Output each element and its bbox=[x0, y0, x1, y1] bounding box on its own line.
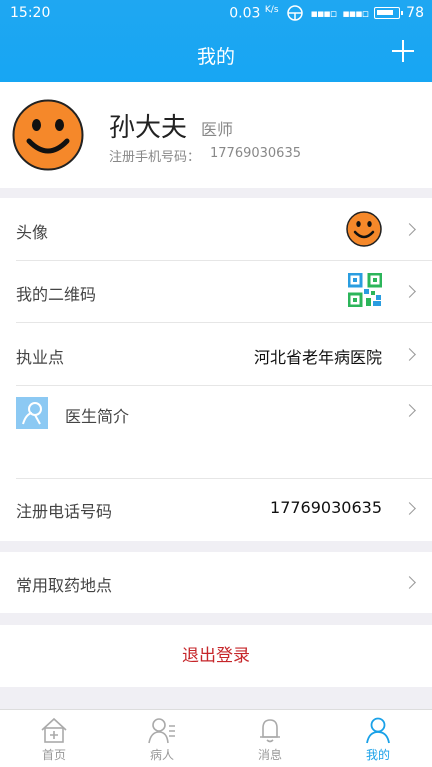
tab-home-label: 首页 bbox=[41, 748, 66, 762]
avatar-small bbox=[346, 211, 382, 247]
doctor-title: 医师 bbox=[201, 120, 234, 139]
doctor-intro-icon bbox=[16, 397, 48, 429]
qrcode-icon bbox=[348, 273, 382, 307]
tab-patients[interactable]: 病人 bbox=[108, 710, 216, 767]
tab-mine[interactable]: 我的 bbox=[324, 710, 432, 767]
row-pickup-label: 常用取药地点 bbox=[16, 576, 113, 595]
row-avatar[interactable]: 头像 bbox=[0, 198, 432, 260]
row-practice[interactable]: 执业点 河北省老年病医院 bbox=[0, 323, 432, 385]
row-practice-label: 执业点 bbox=[16, 348, 65, 367]
avatar bbox=[12, 99, 84, 171]
network-speed: 0.03 K/s bbox=[229, 5, 278, 22]
network-speed-unit: K/s bbox=[264, 5, 279, 15]
row-reg-phone-value: 17769030635 bbox=[270, 498, 382, 517]
chevron-right-icon bbox=[403, 576, 416, 589]
wifi-icon bbox=[286, 5, 303, 22]
phone-value: 17769030635 bbox=[210, 146, 301, 161]
chevron-right-icon bbox=[403, 404, 416, 417]
row-intro[interactable]: 医生简介 bbox=[0, 386, 432, 478]
row-practice-value: 河北省老年病医院 bbox=[253, 348, 382, 367]
chevron-right-icon bbox=[403, 285, 416, 298]
tab-home[interactable]: 首页 bbox=[0, 710, 108, 767]
row-avatar-label: 头像 bbox=[16, 223, 49, 242]
status-bar: 15:20 0.03 K/s ▪▪▪▫ ▪▪▪▫ 78 bbox=[0, 0, 432, 28]
patients-icon bbox=[148, 718, 175, 744]
row-qrcode-label: 我的二维码 bbox=[16, 285, 97, 304]
logout-button[interactable]: 退出登录 bbox=[0, 625, 432, 687]
settings-group: 头像 我的二维码 执业点 河北省老年病医院 医生简介 注册电话号码 177690… bbox=[0, 198, 432, 541]
status-right: 0.03 K/s ▪▪▪▫ ▪▪▪▫ 78 bbox=[229, 5, 424, 22]
tab-messages[interactable]: 消息 bbox=[216, 710, 324, 767]
signal-icon-1: ▪▪▪▫ bbox=[310, 6, 338, 20]
tab-mine-label: 我的 bbox=[365, 748, 390, 762]
doctor-name: 孙大夫 bbox=[109, 113, 188, 143]
row-reg-phone[interactable]: 注册电话号码 17769030635 bbox=[0, 479, 432, 541]
profile-card: 孙大夫 医师 注册手机号码： 17769030635 bbox=[0, 82, 432, 188]
page-title: 我的 bbox=[196, 46, 235, 68]
status-time: 15:20 bbox=[10, 5, 51, 21]
row-reg-phone-label: 注册电话号码 bbox=[16, 502, 113, 521]
pickup-group: 常用取药地点 bbox=[0, 552, 432, 613]
row-intro-label: 医生简介 bbox=[65, 407, 130, 426]
plus-icon[interactable] bbox=[390, 38, 416, 64]
tab-bar: 首页 病人 消息 我的 bbox=[0, 709, 432, 767]
header: 15:20 0.03 K/s ▪▪▪▫ ▪▪▪▫ 78 我的 bbox=[0, 0, 432, 82]
battery-level: 78 bbox=[406, 5, 424, 22]
chevron-right-icon bbox=[403, 348, 416, 361]
row-pickup[interactable]: 常用取药地点 bbox=[0, 552, 432, 613]
chevron-right-icon bbox=[403, 223, 416, 236]
chevron-right-icon bbox=[403, 502, 416, 515]
tab-messages-label: 消息 bbox=[257, 748, 282, 762]
tab-patients-label: 病人 bbox=[149, 748, 174, 762]
signal-icon-2: ▪▪▪▫ bbox=[342, 6, 369, 20]
home-icon bbox=[41, 717, 67, 743]
bell-icon bbox=[260, 719, 280, 743]
network-speed-value: 0.03 bbox=[229, 5, 261, 22]
user-icon bbox=[366, 717, 390, 744]
phone-label: 注册手机号码： bbox=[109, 150, 201, 165]
battery-icon bbox=[374, 7, 404, 20]
row-qrcode[interactable]: 我的二维码 bbox=[0, 261, 432, 322]
